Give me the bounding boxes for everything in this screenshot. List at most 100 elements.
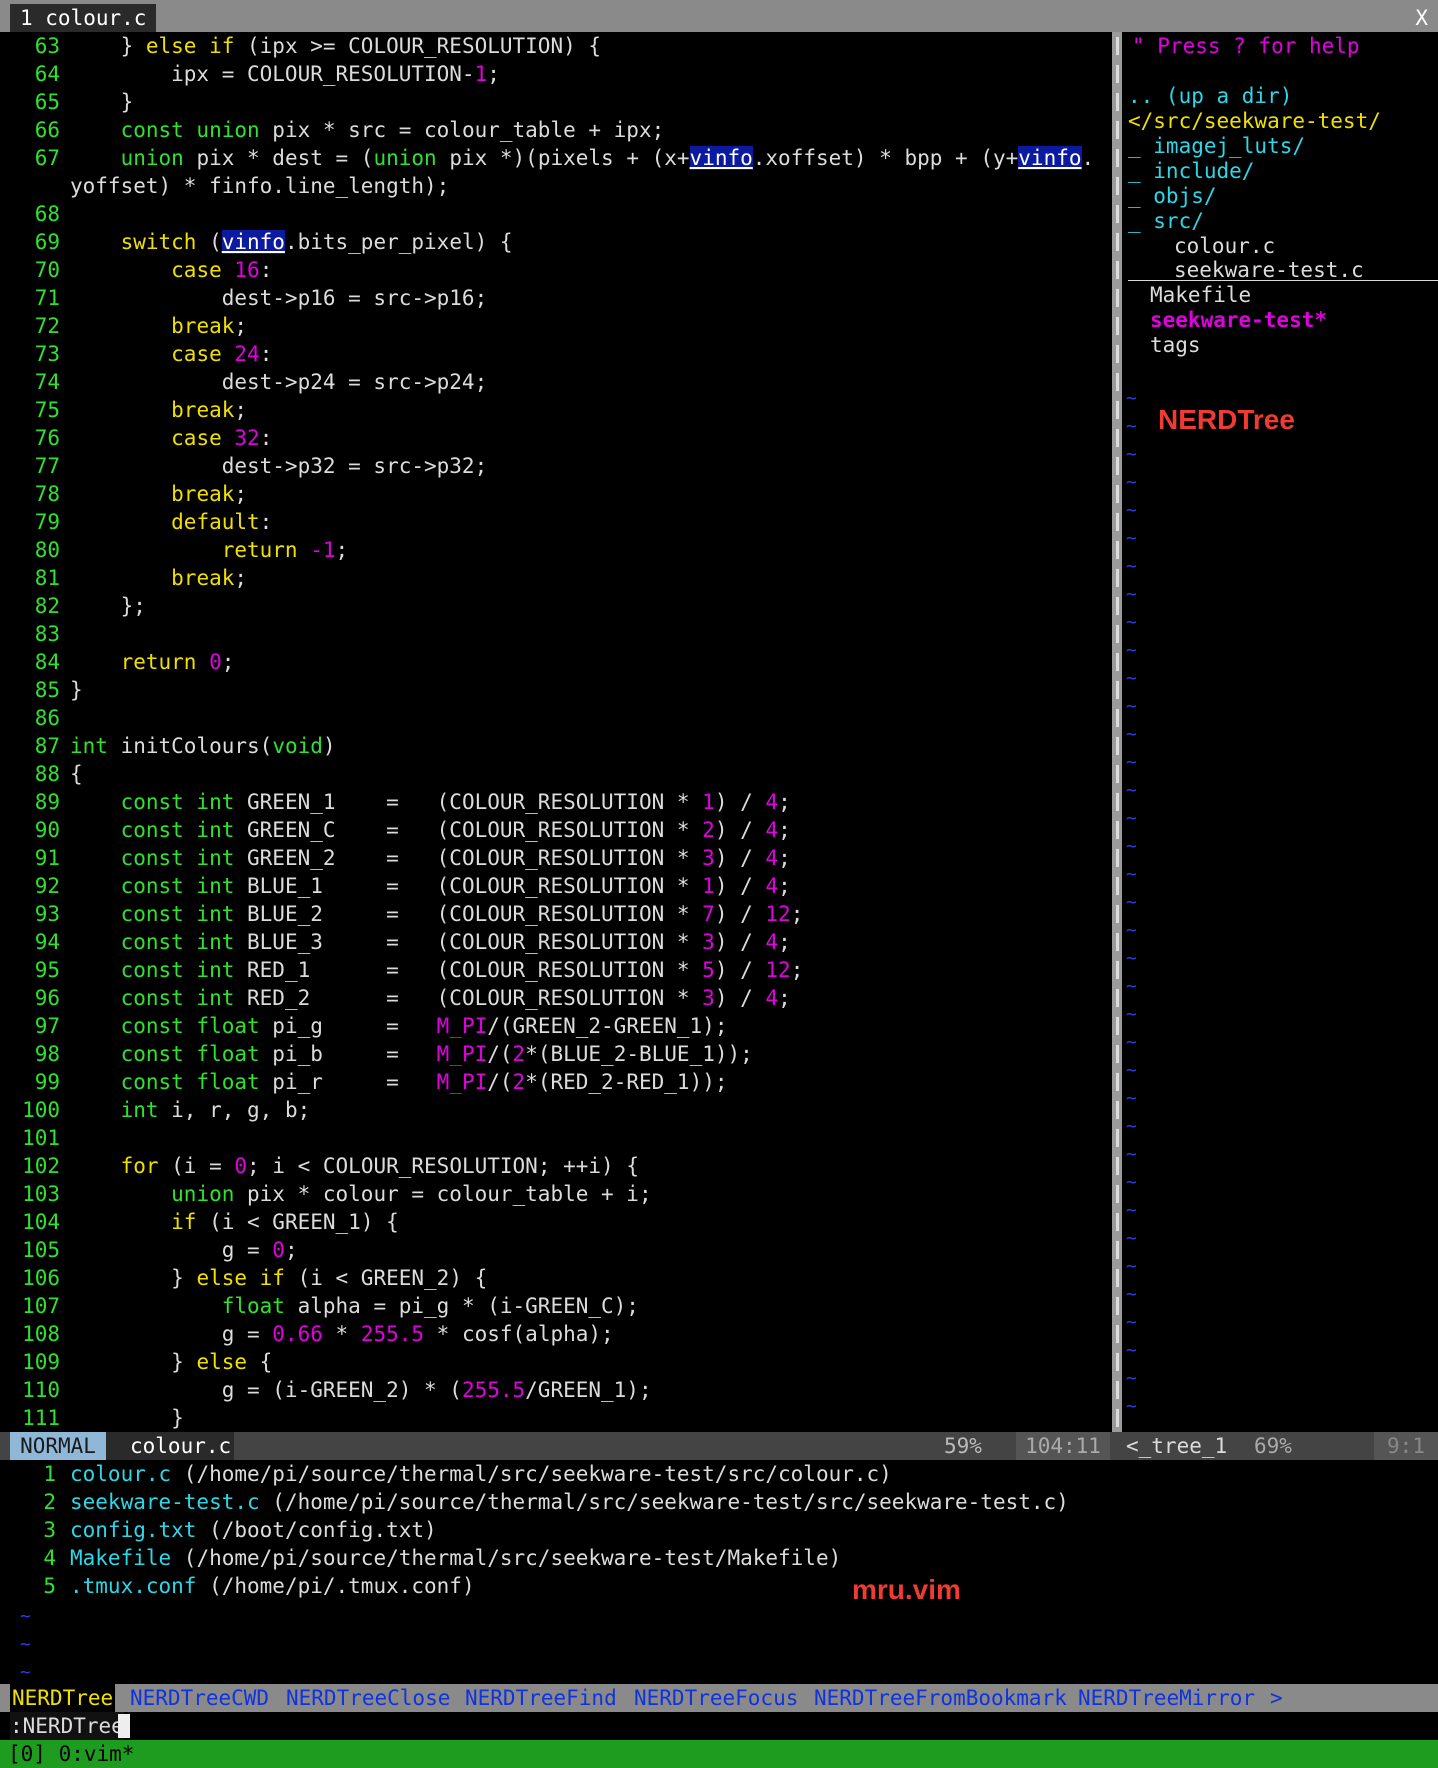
nerdtree-file-makefile[interactable]: Makefile xyxy=(1150,281,1251,309)
code-line[interactable]: 75 break; xyxy=(0,396,1112,424)
code-line[interactable]: 97 const float pi_g = M_PI/(GREEN_2-GREE… xyxy=(0,1012,1112,1040)
nerdtree-file-tags[interactable]: tags xyxy=(1150,331,1201,359)
code-line[interactable]: 66 const union pix * src = colour_table … xyxy=(0,116,1112,144)
code-line[interactable]: 108 g = 0.66 * 255.5 * cosf(alpha); xyxy=(0,1320,1112,1348)
code-line[interactable]: 93 const int BLUE_2 = (COLOUR_RESOLUTION… xyxy=(0,900,1112,928)
command-line-text[interactable]: :NERDTree xyxy=(10,1712,124,1740)
code-line[interactable]: 87 int initColours(void) xyxy=(0,732,1112,760)
mru-list[interactable]: 1 colour.c (/home/pi/source/thermal/src/s… xyxy=(0,1460,1438,1684)
nerdtree-dir-include[interactable]: _ include/ xyxy=(1128,157,1254,185)
code-line[interactable]: 76 case 32: xyxy=(0,424,1112,452)
code-line[interactable]: 74 dest->p24 = src->p24; xyxy=(0,368,1112,396)
code-line[interactable]: 72 break; xyxy=(0,312,1112,340)
code-line[interactable]: 109 } else { xyxy=(0,1348,1112,1376)
wildmenu-item[interactable]: NERDTreeFind xyxy=(465,1684,617,1712)
code-line[interactable]: 67 union pix * dest = (union pix *)(pixe… xyxy=(0,144,1112,172)
mru-item[interactable]: 5 .tmux.conf (/home/pi/.tmux.conf) xyxy=(0,1572,1438,1600)
wildmenu-item[interactable]: NERDTreeFocus xyxy=(634,1684,798,1712)
nerdtree-dir-src[interactable]: _ src/ xyxy=(1128,207,1204,235)
code-line[interactable]: 103 union pix * colour = colour_table + … xyxy=(0,1180,1112,1208)
mru-item[interactable]: 3 config.txt (/boot/config.txt) xyxy=(0,1516,1438,1544)
mru-item-name[interactable]: config.txt xyxy=(70,1518,196,1542)
code-token: int xyxy=(70,734,108,758)
mru-item[interactable]: 4 Makefile (/home/pi/source/thermal/src/s… xyxy=(0,1544,1438,1572)
tab-colour-c[interactable]: 1 colour.c xyxy=(10,4,157,32)
empty-line-tilde: ~ xyxy=(1126,948,1137,969)
code-line[interactable]: 102 for (i = 0; i < COLOUR_RESOLUTION; +… xyxy=(0,1152,1112,1180)
code-line[interactable]: yoffset) * finfo.line_length); xyxy=(0,172,1112,200)
code-line[interactable]: 107 float alpha = pi_g * (i-GREEN_C); xyxy=(0,1292,1112,1320)
code-line[interactable]: 77 dest->p32 = src->p32; xyxy=(0,452,1112,480)
code-line[interactable]: 98 const float pi_b = M_PI/(2*(BLUE_2-BL… xyxy=(0,1040,1112,1068)
code-line[interactable]: 90 const int GREEN_C = (COLOUR_RESOLUTIO… xyxy=(0,816,1112,844)
wildmenu-item[interactable]: NERDTreeCWD xyxy=(130,1684,269,1712)
code-line[interactable]: 89 const int GREEN_1 = (COLOUR_RESOLUTIO… xyxy=(0,788,1112,816)
code-line[interactable]: 68 xyxy=(0,200,1112,228)
code-editor[interactable]: 63 } else if (ipx >= COLOUR_RESOLUTION) … xyxy=(0,32,1112,1432)
line-number: 102 xyxy=(22,1154,60,1178)
code-line[interactable]: 99 const float pi_r = M_PI/(2*(RED_2-RED… xyxy=(0,1068,1112,1096)
code-line[interactable]: 88 { xyxy=(0,760,1112,788)
wildmenu-more-indicator[interactable]: > xyxy=(1270,1684,1283,1712)
code-token: union xyxy=(373,146,437,170)
code-line[interactable]: 69 switch (vinfo.bits_per_pixel) { xyxy=(0,228,1112,256)
nerdtree-file-seekware-test-exec[interactable]: seekware-test* xyxy=(1150,306,1327,334)
code-line[interactable]: 111 } xyxy=(0,1404,1112,1432)
wildmenu-item[interactable]: NERDTreeFromBookmark xyxy=(814,1684,1067,1712)
code-line[interactable]: 64 ipx = COLOUR_RESOLUTION-1; xyxy=(0,60,1112,88)
code-line[interactable]: 81 break; xyxy=(0,564,1112,592)
code-line[interactable]: 63 } else if (ipx >= COLOUR_RESOLUTION) … xyxy=(0,32,1112,60)
code-line[interactable]: 82 }; xyxy=(0,592,1112,620)
nerdtree-cwd[interactable]: </src/seekware-test/ xyxy=(1128,107,1381,135)
code-token: BLUE_3 = (COLOUR_RESOLUTION * xyxy=(234,930,703,954)
code-line[interactable]: 80 return -1; xyxy=(0,536,1112,564)
code-line[interactable]: 110 g = (i-GREEN_2) * (255.5/GREEN_1); xyxy=(0,1376,1112,1404)
code-line[interactable]: 96 const int RED_2 = (COLOUR_RESOLUTION … xyxy=(0,984,1112,1012)
code-line[interactable]: 86 xyxy=(0,704,1112,732)
code-line[interactable]: 71 dest->p16 = src->p16; xyxy=(0,284,1112,312)
code-line[interactable]: 83 xyxy=(0,620,1112,648)
mru-item-name[interactable]: seekware-test.c xyxy=(70,1490,260,1514)
code-line[interactable]: 106 } else if (i < GREEN_2) { xyxy=(0,1264,1112,1292)
nerdtree-up-dir[interactable]: .. (up a dir) xyxy=(1128,82,1292,110)
code-line[interactable]: 101 xyxy=(0,1124,1112,1152)
mru-item[interactable]: 1 colour.c (/home/pi/source/thermal/src/s… xyxy=(0,1460,1438,1488)
code-line[interactable]: 79 default: xyxy=(0,508,1112,536)
tmux-window-list[interactable]: [0] 0:vim* xyxy=(8,1740,134,1768)
code-line[interactable]: 84 return 0; xyxy=(0,648,1112,676)
line-number: 65 xyxy=(34,90,60,114)
code-line[interactable]: 78 break; xyxy=(0,480,1112,508)
code-line[interactable]: 85} xyxy=(0,676,1112,704)
code-line[interactable]: 94 const int BLUE_3 = (COLOUR_RESOLUTION… xyxy=(0,928,1112,956)
code-line[interactable]: 91 const int GREEN_2 = (COLOUR_RESOLUTIO… xyxy=(0,844,1112,872)
code-line[interactable]: 65 } xyxy=(0,88,1112,116)
close-tab-button[interactable]: X xyxy=(1415,4,1428,32)
code-line[interactable]: 100 int i, r, g, b; xyxy=(0,1096,1112,1124)
code-line[interactable]: 105 g = 0; xyxy=(0,1236,1112,1264)
code-line[interactable]: 70 case 16: xyxy=(0,256,1112,284)
mru-item-number: 1 xyxy=(43,1462,56,1486)
code-token: else xyxy=(196,1350,248,1374)
code-token: GREEN_C = (COLOUR_RESOLUTION * xyxy=(234,818,703,842)
code-line[interactable]: 95 const int RED_1 = (COLOUR_RESOLUTION … xyxy=(0,956,1112,984)
mru-item[interactable]: 2 seekware-test.c (/home/pi/source/therma… xyxy=(0,1488,1438,1516)
wildmenu-selected-item[interactable]: NERDTree xyxy=(10,1684,116,1712)
nerdtree-dir-imagej-luts[interactable]: _ imagej_luts/ xyxy=(1128,132,1305,160)
mru-item-name[interactable]: Makefile xyxy=(70,1546,171,1570)
code-line[interactable]: 73 case 24: xyxy=(0,340,1112,368)
code-line[interactable]: 92 const int BLUE_1 = (COLOUR_RESOLUTION… xyxy=(0,872,1112,900)
command-line[interactable]: :NERDTree xyxy=(0,1712,1438,1740)
mru-item-name[interactable]: colour.c xyxy=(70,1462,171,1486)
wildmenu-item[interactable]: NERDTreeMirror xyxy=(1078,1684,1255,1712)
nerdtree-pane[interactable]: " Press ? for help .. (up a dir) </src/s… xyxy=(1128,32,1438,1432)
wildmenu-item[interactable]: NERDTreeClose xyxy=(286,1684,450,1712)
nerdtree-dir-objs[interactable]: _ objs/ xyxy=(1128,182,1217,210)
mru-item-name[interactable]: .tmux.conf xyxy=(70,1574,196,1598)
code-line[interactable]: 104 if (i < GREEN_1) { xyxy=(0,1208,1112,1236)
separator-mark xyxy=(1116,289,1119,307)
